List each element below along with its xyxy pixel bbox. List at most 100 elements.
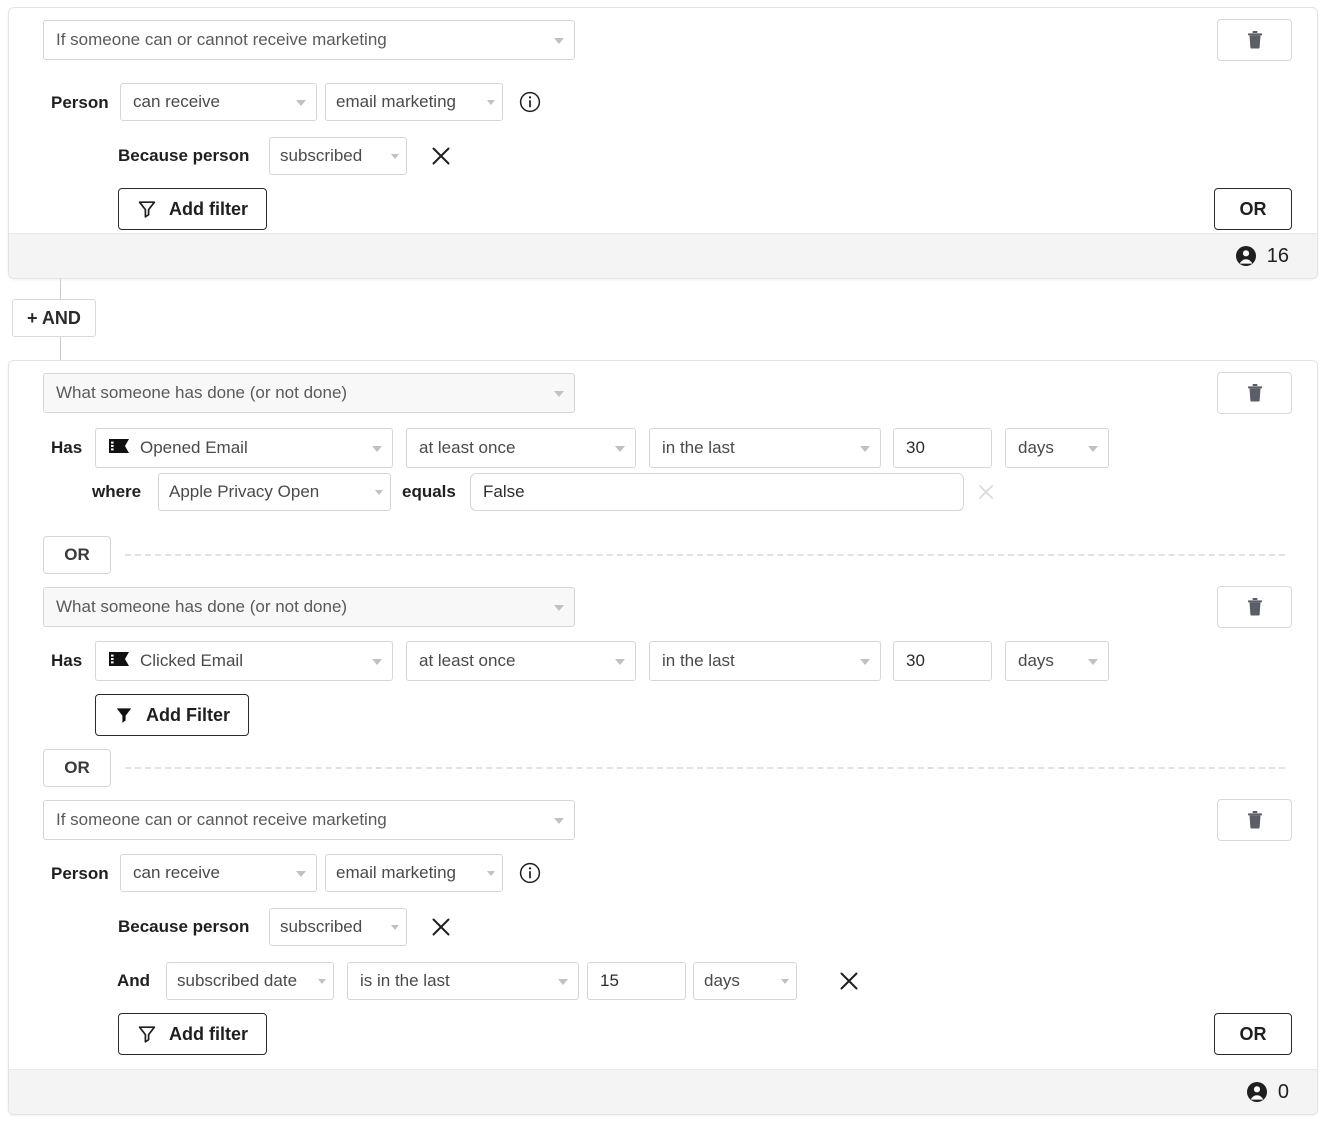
cond3-and-property-value: subscribed date [177, 971, 297, 991]
cond1-unit-select[interactable]: days [1005, 428, 1109, 468]
chevron-down-icon [487, 871, 495, 876]
group-1-because-value: subscribed [280, 146, 362, 166]
group-2-or-button[interactable]: OR [1214, 1013, 1292, 1055]
chevron-down-icon [487, 100, 495, 105]
or-divider-2: OR [43, 747, 1285, 789]
cond3-and-operator-select[interactable]: is in the last [347, 962, 579, 1000]
cond1-amount-value: 30 [906, 438, 925, 458]
cond2-frequency-select[interactable]: at least once [406, 641, 636, 681]
group-1-or-button[interactable]: OR [1214, 188, 1292, 230]
group-2-count-value: 0 [1278, 1081, 1289, 1104]
group-1-footer: 16 [9, 233, 1317, 278]
group-1-type-select-value: If someone can or cannot receive marketi… [56, 30, 387, 50]
group-1-type-select[interactable]: If someone can or cannot receive marketi… [43, 20, 575, 60]
or-divider-1-line [125, 554, 1285, 556]
condition-opened-email: What someone has done (or not done) Has [9, 361, 1317, 531]
group-1-or-label: OR [1240, 199, 1267, 220]
chevron-down-icon [375, 490, 383, 495]
cond1-type-select[interactable]: What someone has done (or not done) [43, 373, 575, 413]
or-divider-2-line [125, 767, 1285, 769]
cond3-and-remove-button[interactable] [836, 968, 862, 994]
cond3-type-select[interactable]: If someone can or cannot receive marketi… [43, 800, 575, 840]
and-connector: + AND [8, 279, 208, 361]
metric-flag-icon [108, 651, 130, 672]
cond2-unit-select[interactable]: days [1005, 641, 1109, 681]
filter-solid-icon [114, 705, 134, 725]
or-divider-2-label: OR [64, 758, 90, 778]
info-icon[interactable] [519, 862, 541, 884]
cond3-because-value: subscribed [280, 917, 362, 937]
chevron-down-icon [860, 659, 870, 665]
cond3-and-property-select[interactable]: subscribed date [166, 962, 334, 1000]
group-1-because-label: Because person [118, 146, 249, 166]
cond3-because-select[interactable]: subscribed [269, 908, 407, 946]
chevron-down-icon [1088, 446, 1098, 452]
group-2-or-label: OR [1240, 1024, 1267, 1045]
cond3-and-unit-select[interactable]: days [693, 962, 797, 1000]
condition-clicked-email: What someone has done (or not done) Has [9, 587, 1317, 742]
close-icon-faint [975, 481, 997, 503]
cond3-delete-button[interactable] [1217, 799, 1292, 841]
chevron-down-icon [554, 605, 564, 611]
info-icon[interactable] [519, 91, 541, 113]
cond3-type-select-value: If someone can or cannot receive marketi… [56, 810, 387, 830]
group-1-channel-value: email marketing [336, 92, 456, 112]
cond1-metric-select[interactable]: Opened Email [95, 428, 393, 468]
group-1-actions-row: Add filter OR [9, 188, 1317, 230]
group-1-add-filter-button[interactable]: Add filter [118, 188, 267, 230]
cond1-frequency-select[interactable]: at least once [406, 428, 636, 468]
cond1-timeframe-select[interactable]: in the last [649, 428, 881, 468]
filter-outline-icon [137, 199, 157, 219]
cond2-delete-button[interactable] [1217, 586, 1292, 628]
chevron-down-icon [372, 659, 382, 665]
trash-icon [1247, 598, 1263, 616]
or-divider-2-button[interactable]: OR [43, 749, 111, 787]
and-connector-line-top [60, 279, 61, 299]
cond3-because-remove-button[interactable] [428, 914, 454, 940]
close-icon [429, 915, 453, 939]
chevron-down-icon [615, 446, 625, 452]
chevron-down-icon [554, 818, 564, 824]
cond2-unit-value: days [1018, 651, 1054, 671]
chevron-down-icon [554, 391, 564, 397]
chevron-down-icon [558, 979, 568, 985]
chevron-down-icon [372, 446, 382, 452]
condition-group-2: What someone has done (or not done) Has [8, 360, 1318, 1115]
cond3-consent-select[interactable]: can receive [120, 854, 317, 892]
group-1-header: If someone can or cannot receive marketi… [9, 8, 1317, 78]
condition-group-1: If someone can or cannot receive marketi… [8, 7, 1318, 279]
cond2-add-filter-button[interactable]: Add Filter [95, 694, 249, 736]
cond2-add-filter-label: Add Filter [146, 705, 230, 726]
or-divider-1-button[interactable]: OR [43, 536, 111, 574]
cond2-metric-select[interactable]: Clicked Email [95, 641, 393, 681]
cond2-timeframe-select[interactable]: in the last [649, 641, 881, 681]
cond1-amount-input[interactable]: 30 [893, 428, 992, 468]
cond2-frequency-value: at least once [419, 651, 515, 671]
cond3-and-label: And [117, 971, 150, 991]
close-icon [429, 144, 453, 168]
cond3-and-amount-input[interactable]: 15 [587, 962, 686, 1000]
cond1-filter-property-select[interactable]: Apple Privacy Open [158, 473, 391, 511]
group-1-channel-select[interactable]: email marketing [325, 83, 503, 121]
group-1-consent-value: can receive [133, 92, 220, 112]
cond3-channel-select[interactable]: email marketing [325, 854, 503, 892]
cond2-metric-value: Clicked Email [140, 651, 243, 671]
cond3-add-filter-button[interactable]: Add filter [118, 1013, 267, 1055]
cond1-has-label: Has [51, 438, 82, 458]
cond1-delete-button[interactable] [1217, 372, 1292, 414]
cond1-filter-remove-button[interactable] [973, 479, 999, 505]
group-1-consent-select[interactable]: can receive [120, 83, 317, 121]
group-1-because-remove-button[interactable] [428, 143, 454, 169]
cond1-filter-value-input[interactable]: False [470, 473, 964, 511]
cond2-amount-value: 30 [906, 651, 925, 671]
group-1-delete-button[interactable] [1217, 19, 1292, 61]
cond2-type-select[interactable]: What someone has done (or not done) [43, 587, 575, 627]
segment-builder: If someone can or cannot receive marketi… [0, 0, 1334, 1122]
group-1-count: 16 [1235, 245, 1289, 268]
or-divider-1: OR [43, 534, 1285, 576]
add-and-button[interactable]: + AND [12, 299, 96, 337]
cond2-amount-input[interactable]: 30 [893, 641, 992, 681]
cond3-because-label: Because person [118, 917, 249, 937]
group-1-because-select[interactable]: subscribed [269, 137, 407, 175]
cond1-type-select-value: What someone has done (or not done) [56, 383, 347, 403]
